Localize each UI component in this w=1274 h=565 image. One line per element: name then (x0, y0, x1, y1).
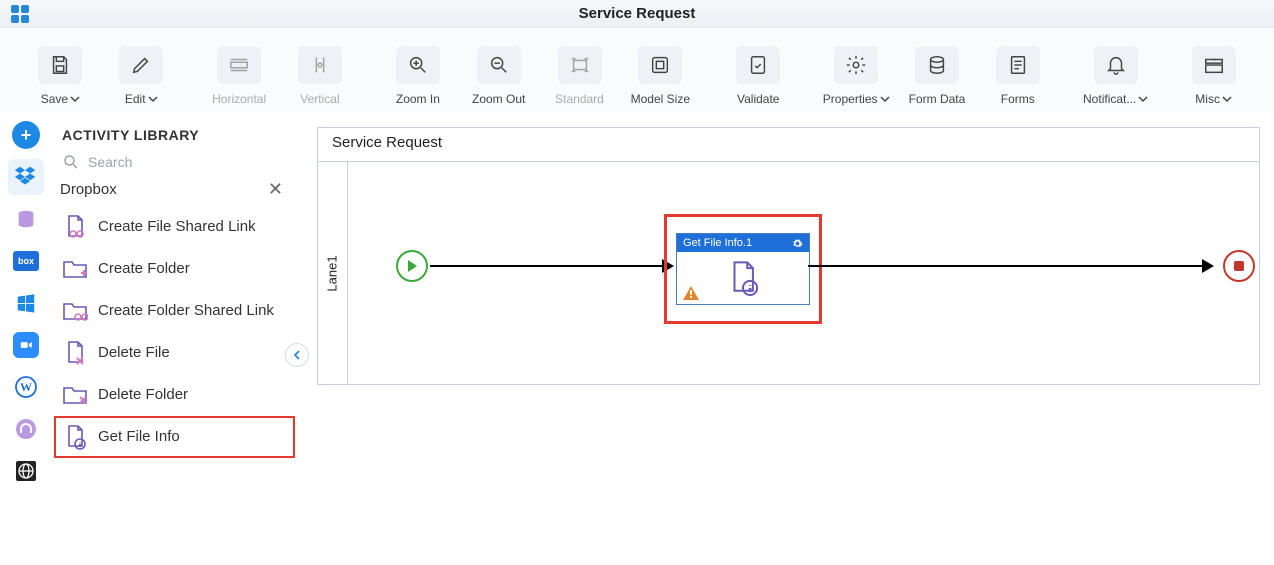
canvas-area: Service Request Lane1 Get File Info.1 (297, 113, 1274, 565)
chevron-down-icon (1138, 94, 1148, 104)
zoom-icon (13, 332, 39, 358)
activity-library: ACTIVITY LIBRARY Dropbox ✕ Create File S… (52, 113, 297, 565)
chevron-down-icon (148, 94, 158, 104)
notifications-button[interactable]: Notificat... (1075, 46, 1156, 106)
gear-icon[interactable] (792, 238, 803, 249)
wordpress-icon: W (14, 375, 38, 399)
rail-database[interactable] (8, 201, 44, 237)
page-title: Service Request (579, 5, 696, 22)
activity-create-folder-shared-link[interactable]: Create Folder Shared Link (54, 290, 295, 332)
misc-button[interactable]: Misc (1173, 46, 1254, 106)
icon-rail: + box W (0, 113, 52, 565)
play-icon (406, 259, 418, 273)
zoom-in-button[interactable]: Zoom In (377, 46, 458, 106)
edit-button[interactable]: Edit (101, 46, 182, 106)
lane-header[interactable]: Lane1 (318, 162, 348, 384)
add-button[interactable]: + (12, 121, 40, 149)
activity-create-file-shared-link[interactable]: Create File Shared Link (54, 206, 295, 248)
properties-button[interactable]: Properties (816, 46, 897, 106)
rail-wordpress[interactable]: W (8, 369, 44, 405)
file-delete-icon (62, 340, 88, 366)
form-data-button[interactable]: Form Data (897, 46, 978, 106)
model-size-button[interactable]: Model Size (620, 46, 701, 106)
group-label: Dropbox (60, 181, 117, 198)
start-node[interactable] (396, 250, 428, 282)
search-icon (62, 153, 80, 171)
stop-icon (1234, 261, 1244, 271)
titlebar: Service Request (0, 0, 1274, 28)
activity-create-folder[interactable]: Create Folder (54, 248, 295, 290)
library-group-header: Dropbox ✕ (52, 179, 297, 202)
canvas-title: Service Request (318, 128, 1259, 162)
rail-box[interactable]: box (8, 243, 44, 279)
collapse-panel-button[interactable] (285, 343, 309, 367)
file-info-icon (62, 424, 88, 450)
forms-button[interactable]: Forms (977, 46, 1058, 106)
rail-globe[interactable] (8, 453, 44, 489)
library-header: ACTIVITY LIBRARY (52, 113, 297, 153)
validate-button[interactable]: Validate (718, 46, 799, 106)
arrow-icon (1202, 259, 1214, 273)
chevron-down-icon (70, 94, 80, 104)
flow-edge (430, 265, 662, 267)
node-highlight: Get File Info.1 (664, 214, 822, 324)
rail-zoom[interactable] (8, 327, 44, 363)
database-icon (15, 208, 37, 230)
standard-button[interactable]: Standard (539, 46, 620, 106)
folder-link-icon (62, 298, 88, 324)
activity-delete-file[interactable]: Delete File (54, 332, 295, 374)
apps-icon[interactable] (10, 4, 30, 24)
box-icon: box (13, 251, 39, 271)
rail-headset[interactable] (8, 411, 44, 447)
library-search (52, 153, 297, 179)
zoom-out-button[interactable]: Zoom Out (458, 46, 539, 106)
windows-icon (15, 292, 37, 314)
rail-dropbox[interactable] (8, 159, 44, 195)
activity-delete-folder[interactable]: Delete Folder (54, 374, 295, 416)
flow-edge (808, 265, 1202, 267)
chevron-down-icon (880, 94, 890, 104)
file-info-icon (726, 259, 760, 297)
activity-node-get-file-info[interactable]: Get File Info.1 (676, 233, 810, 305)
activity-get-file-info[interactable]: Get File Info (54, 416, 295, 458)
folder-delete-icon (62, 382, 88, 408)
flow-area[interactable]: Get File Info.1 (348, 162, 1259, 384)
toolbar: Save Edit Horizontal Vertical Zoom In Zo… (0, 28, 1274, 113)
headset-icon (14, 417, 38, 441)
dropbox-icon (14, 165, 38, 189)
folder-plus-icon (62, 256, 88, 282)
activity-list: Create File Shared Link Create Folder Cr… (52, 202, 297, 462)
node-title: Get File Info.1 (683, 237, 752, 249)
process-canvas[interactable]: Service Request Lane1 Get File Info.1 (317, 127, 1260, 385)
chevron-left-icon (292, 350, 302, 360)
globe-icon (14, 459, 38, 483)
save-button[interactable]: Save (20, 46, 101, 106)
vertical-button[interactable]: Vertical (280, 46, 361, 106)
svg-text:W: W (20, 380, 32, 394)
warning-icon (683, 286, 699, 300)
rail-windows[interactable] (8, 285, 44, 321)
horizontal-button[interactable]: Horizontal (199, 46, 280, 106)
chevron-down-icon (1222, 94, 1232, 104)
search-input[interactable] (88, 154, 287, 170)
file-link-icon (62, 214, 88, 240)
end-node[interactable] (1223, 250, 1255, 282)
close-icon[interactable]: ✕ (268, 179, 289, 200)
